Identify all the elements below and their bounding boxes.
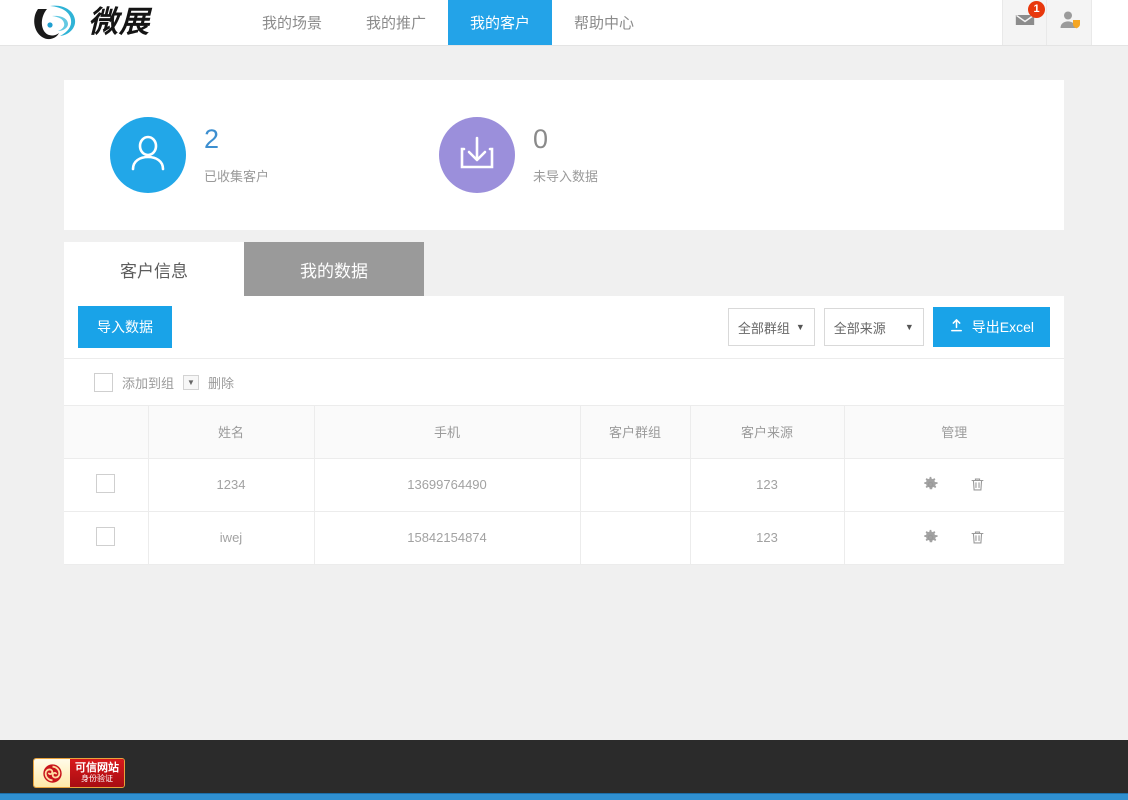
panel-toolbar: 导入数据 全部群组 ▼ 全部来源 ▼ — [64, 296, 1064, 358]
trust-badge-line2: 身份验证 — [81, 775, 113, 783]
os-taskbar — [0, 793, 1128, 800]
column-header-name: 姓名 — [148, 406, 314, 458]
cell-source: 123 — [690, 511, 844, 564]
stat-value-unimported: 0 — [533, 125, 598, 155]
content-tabs: 客户信息 我的数据 — [64, 242, 1064, 296]
stat-value-collected: 2 — [204, 125, 269, 155]
table-header-row: 姓名 手机 客户群组 客户来源 管理 — [64, 406, 1064, 458]
toolbar-filters: 全部群组 ▼ 全部来源 ▼ 导出Excel — [728, 307, 1050, 347]
main-nav: 我的场景 我的推广 我的客户 帮助中心 — [240, 0, 1002, 45]
cell-phone: 13699764490 — [314, 458, 580, 511]
person-icon — [126, 131, 170, 180]
nav-item-help-center[interactable]: 帮助中心 — [552, 0, 656, 45]
cell-group — [580, 511, 690, 564]
tab-my-data[interactable]: 我的数据 — [244, 242, 424, 296]
gear-icon[interactable] — [922, 476, 939, 493]
import-data-button[interactable]: 导入数据 — [78, 306, 172, 348]
stat-collected-customers: 2 已收集客户 — [110, 117, 269, 193]
cell-phone: 15842154874 — [314, 511, 580, 564]
column-header-manage: 管理 — [844, 406, 1064, 458]
logo-text: 微展 — [88, 8, 150, 38]
nav-item-my-scenes[interactable]: 我的场景 — [240, 0, 344, 45]
caret-down-icon[interactable]: ▼ — [183, 375, 199, 390]
cell-actions — [844, 511, 1064, 564]
export-excel-button[interactable]: 导出Excel — [933, 307, 1050, 347]
message-count-badge: 1 — [1028, 1, 1045, 18]
column-header-group: 客户群组 — [580, 406, 690, 458]
chevron-down-icon: ▼ — [796, 322, 805, 332]
user-avatar-icon — [1057, 8, 1081, 37]
column-header-source: 客户来源 — [690, 406, 844, 458]
swoosh-logo-icon — [30, 3, 82, 43]
stat-unimported-data: 0 未导入数据 — [439, 117, 598, 193]
column-header-select — [64, 406, 148, 458]
messages-button[interactable]: 1 — [1002, 0, 1047, 45]
cell-name: iwej — [148, 511, 314, 564]
chevron-down-icon: ▼ — [905, 322, 914, 332]
export-excel-label: 导出Excel — [972, 317, 1034, 337]
select-all-checkbox[interactable] — [94, 373, 113, 392]
stat-label-unimported: 未导入数据 — [533, 166, 598, 185]
person-icon-circle — [110, 117, 186, 193]
source-filter-value: 全部来源 — [834, 318, 886, 337]
stats-card: 2 已收集客户 0 未导入数据 — [64, 80, 1064, 230]
nav-item-my-customers[interactable]: 我的客户 — [448, 0, 552, 45]
download-tray-icon — [455, 131, 499, 180]
trust-seal-badge[interactable]: 可信网站 身份验证 — [33, 758, 125, 788]
row-checkbox-cell — [64, 511, 148, 564]
column-header-phone: 手机 — [314, 406, 580, 458]
gear-icon[interactable] — [922, 529, 939, 546]
site-header: 微展 我的场景 我的推广 我的客户 帮助中心 1 — [0, 0, 1128, 46]
tab-customer-info[interactable]: 客户信息 — [64, 242, 244, 296]
trash-icon[interactable] — [969, 529, 986, 546]
row-checkbox[interactable] — [96, 527, 115, 546]
user-account-button[interactable] — [1047, 0, 1092, 45]
site-footer: 可信网站 身份验证 — [0, 740, 1128, 800]
nav-item-my-promotion[interactable]: 我的推广 — [344, 0, 448, 45]
trash-icon[interactable] — [969, 476, 986, 493]
add-to-group-label[interactable]: 添加到组 — [122, 373, 174, 392]
upload-icon — [949, 318, 964, 336]
download-icon-circle — [439, 117, 515, 193]
row-checkbox[interactable] — [96, 474, 115, 493]
table-row: 1234 13699764490 123 — [64, 458, 1064, 511]
group-filter-select[interactable]: 全部群组 ▼ — [728, 308, 815, 346]
customer-table: 姓名 手机 客户群组 客户来源 管理 1234 13699764490 123 — [64, 406, 1064, 565]
row-checkbox-cell — [64, 458, 148, 511]
cell-source: 123 — [690, 458, 844, 511]
trust-seal-icon — [34, 759, 70, 787]
cell-group — [580, 458, 690, 511]
bulk-action-bar: 添加到组 ▼ 删除 — [64, 358, 1064, 406]
trust-badge-line1: 可信网站 — [75, 763, 119, 775]
cell-name: 1234 — [148, 458, 314, 511]
customer-panel: 导入数据 全部群组 ▼ 全部来源 ▼ — [64, 296, 1064, 565]
bulk-delete-button[interactable]: 删除 — [208, 373, 234, 392]
table-row: iwej 15842154874 123 — [64, 511, 1064, 564]
source-filter-select[interactable]: 全部来源 ▼ — [824, 308, 924, 346]
logo[interactable]: 微展 — [0, 0, 240, 45]
stat-label-collected: 已收集客户 — [204, 166, 269, 185]
page-container: 2 已收集客户 0 未导入数据 客户信息 我的数据 — [64, 46, 1064, 565]
group-filter-value: 全部群组 — [738, 318, 790, 337]
header-tools: 1 — [1002, 0, 1128, 45]
cell-actions — [844, 458, 1064, 511]
